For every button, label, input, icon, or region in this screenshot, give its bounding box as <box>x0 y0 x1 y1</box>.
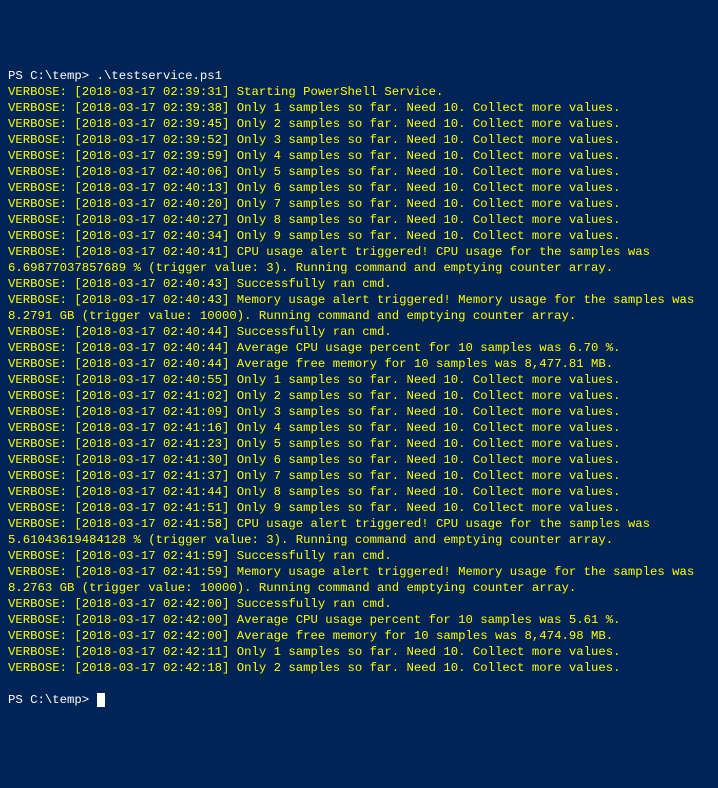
verbose-line: VERBOSE: [2018-03-17 02:42:00] Average C… <box>8 612 710 628</box>
verbose-line: VERBOSE: [2018-03-17 02:40:43] Memory us… <box>8 292 710 324</box>
prompt-prefix: PS C:\temp> <box>8 69 89 83</box>
verbose-line: VERBOSE: [2018-03-17 02:40:44] Average C… <box>8 340 710 356</box>
verbose-line: VERBOSE: [2018-03-17 02:41:30] Only 6 sa… <box>8 452 710 468</box>
verbose-line: VERBOSE: [2018-03-17 02:41:58] CPU usage… <box>8 516 710 548</box>
verbose-line: VERBOSE: [2018-03-17 02:42:11] Only 1 sa… <box>8 644 710 660</box>
command-text: .\testservice.ps1 <box>97 69 222 83</box>
verbose-line: VERBOSE: [2018-03-17 02:40:34] Only 9 sa… <box>8 228 710 244</box>
verbose-line: VERBOSE: [2018-03-17 02:42:00] Successfu… <box>8 596 710 612</box>
verbose-line: VERBOSE: [2018-03-17 02:40:41] CPU usage… <box>8 244 710 276</box>
verbose-line: VERBOSE: [2018-03-17 02:40:06] Only 5 sa… <box>8 164 710 180</box>
verbose-line: VERBOSE: [2018-03-17 02:40:13] Only 6 sa… <box>8 180 710 196</box>
verbose-line: VERBOSE: [2018-03-17 02:40:27] Only 8 sa… <box>8 212 710 228</box>
verbose-line: VERBOSE: [2018-03-17 02:40:20] Only 7 sa… <box>8 196 710 212</box>
verbose-line: VERBOSE: [2018-03-17 02:41:44] Only 8 sa… <box>8 484 710 500</box>
verbose-line: VERBOSE: [2018-03-17 02:41:02] Only 2 sa… <box>8 388 710 404</box>
verbose-line: VERBOSE: [2018-03-17 02:42:00] Average f… <box>8 628 710 644</box>
verbose-line: VERBOSE: [2018-03-17 02:40:44] Successfu… <box>8 324 710 340</box>
verbose-line: VERBOSE: [2018-03-17 02:40:44] Average f… <box>8 356 710 372</box>
verbose-line: VERBOSE: [2018-03-17 02:41:16] Only 4 sa… <box>8 420 710 436</box>
verbose-line: VERBOSE: [2018-03-17 02:40:55] Only 1 sa… <box>8 372 710 388</box>
verbose-line: VERBOSE: [2018-03-17 02:39:38] Only 1 sa… <box>8 100 710 116</box>
verbose-line: VERBOSE: [2018-03-17 02:41:23] Only 5 sa… <box>8 436 710 452</box>
verbose-line: VERBOSE: [2018-03-17 02:40:43] Successfu… <box>8 276 710 292</box>
verbose-line: VERBOSE: [2018-03-17 02:39:45] Only 2 sa… <box>8 116 710 132</box>
verbose-line: VERBOSE: [2018-03-17 02:41:59] Memory us… <box>8 564 710 596</box>
cursor <box>97 693 105 707</box>
verbose-line: VERBOSE: [2018-03-17 02:41:09] Only 3 sa… <box>8 404 710 420</box>
verbose-line: VERBOSE: [2018-03-17 02:41:59] Successfu… <box>8 548 710 564</box>
verbose-line: VERBOSE: [2018-03-17 02:39:52] Only 3 sa… <box>8 132 710 148</box>
terminal-output[interactable]: PS C:\temp> .\testservice.ps1 VERBOSE: [… <box>8 68 710 708</box>
verbose-line: VERBOSE: [2018-03-17 02:41:51] Only 9 sa… <box>8 500 710 516</box>
prompt-prefix: PS C:\temp> <box>8 693 89 707</box>
verbose-line: VERBOSE: [2018-03-17 02:42:18] Only 2 sa… <box>8 660 710 676</box>
verbose-line: VERBOSE: [2018-03-17 02:41:37] Only 7 sa… <box>8 468 710 484</box>
verbose-line: VERBOSE: [2018-03-17 02:39:31] Starting … <box>8 84 710 100</box>
verbose-line: VERBOSE: [2018-03-17 02:39:59] Only 4 sa… <box>8 148 710 164</box>
